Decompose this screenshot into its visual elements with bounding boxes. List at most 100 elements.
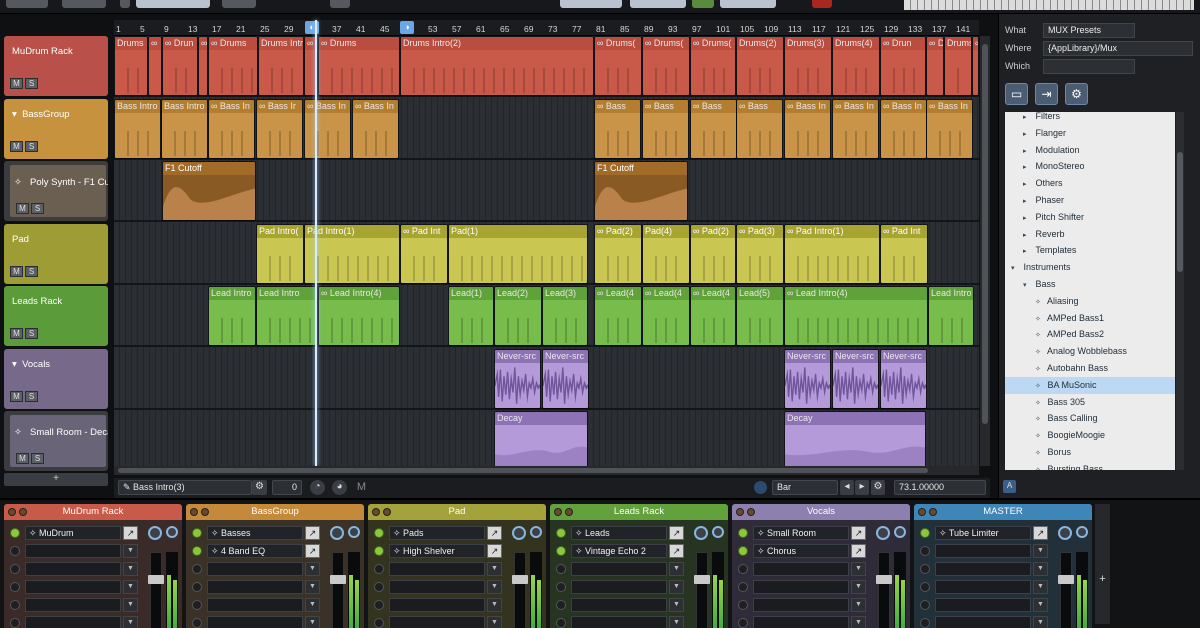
loop-end-marker[interactable]: ◑ [400, 21, 414, 34]
volume-knob-icon[interactable]: ◕ [332, 480, 347, 495]
insert-slot[interactable]: ▼ [920, 580, 1050, 594]
dropdown-arrow-icon[interactable]: ▼ [1033, 598, 1048, 612]
insert-slot[interactable]: ▼ [920, 598, 1050, 612]
preset-item[interactable]: ✧ Analog Wobblebass [1005, 343, 1175, 360]
gear-icon[interactable]: ⚙ [252, 480, 267, 495]
insert-name[interactable] [753, 598, 849, 612]
pad-clip[interactable]: Pad(4) [642, 223, 690, 284]
insert-name[interactable] [207, 562, 303, 576]
toolbar-button[interactable] [62, 0, 106, 8]
preset-item[interactable]: ✧ AMPed Bass2 [1005, 326, 1175, 343]
folder-item[interactable]: ▸ Reverb [1005, 226, 1175, 243]
insert-name[interactable] [25, 616, 121, 628]
insert-slot[interactable]: ✧ Chorus ↗ [738, 544, 868, 558]
bass-clip[interactable]: ∞ Bass [736, 98, 783, 159]
solo-button[interactable]: S [25, 390, 38, 402]
drums-clip[interactable]: Drums(2) [736, 36, 784, 96]
insert-slot[interactable]: ✧ MuDrum ↗ [10, 526, 140, 540]
channel-power-icons[interactable] [554, 508, 573, 516]
pad-clip[interactable]: ∞ Pad Int [400, 223, 448, 284]
insert-slot[interactable]: ▼ [374, 562, 504, 576]
dropdown-arrow-icon[interactable]: ▼ [851, 598, 866, 612]
pad-clip[interactable]: ∞ Pad(3) [736, 223, 784, 284]
scroll-thumb[interactable] [982, 44, 988, 424]
insert-slot[interactable]: ▼ [556, 580, 686, 594]
bass-clip[interactable]: ∞ Bass [594, 98, 641, 159]
track-name[interactable]: Pad [12, 234, 29, 245]
insert-power-button[interactable] [556, 528, 566, 538]
browser-scrollbar[interactable] [1176, 112, 1184, 470]
dropdown-arrow-icon[interactable]: ▼ [851, 580, 866, 594]
fader-cap[interactable] [694, 575, 710, 584]
preset-item[interactable]: ✧ AMPed Bass1 [1005, 310, 1175, 327]
insert-slot[interactable]: ✧ Vintage Echo 2 ↗ [556, 544, 686, 558]
insert-power-button[interactable] [192, 564, 202, 574]
insert-name[interactable]: ✧ 4 Band EQ [207, 544, 303, 558]
insert-slot[interactable]: ▼ [10, 598, 140, 612]
bass-clip[interactable]: ∞ Bass In [926, 98, 973, 159]
solo-button[interactable]: S [31, 203, 44, 214]
solo-button[interactable]: S [31, 453, 44, 464]
arrangement-horizontal-scrollbar[interactable] [114, 466, 979, 475]
insert-name[interactable] [571, 616, 667, 628]
insert-power-button[interactable] [556, 582, 566, 592]
insert-name[interactable] [753, 562, 849, 576]
pan-knob[interactable] [694, 526, 708, 540]
track-header[interactable]: Pad M S [4, 223, 108, 284]
insert-slot[interactable]: ▼ [10, 580, 140, 594]
insert-slot[interactable]: ▼ [738, 580, 868, 594]
where-field[interactable]: {AppLibrary}/Mux [1043, 41, 1193, 56]
track-name[interactable]: ✧ Poly Synth - F1 Cutoff [14, 177, 108, 188]
bass-clip[interactable]: ∞ Bass Ir [256, 98, 303, 159]
bass-clip[interactable]: ∞ Bass In [352, 98, 399, 159]
insert-power-button[interactable] [556, 546, 566, 556]
preset-item[interactable]: ✧ BA MuSonic [1005, 376, 1175, 394]
insert-power-button[interactable] [920, 618, 930, 628]
insert-power-button[interactable] [192, 528, 202, 538]
insert-slot[interactable]: ▼ [920, 562, 1050, 576]
vox-clip[interactable]: Never-src [494, 348, 541, 409]
lead-clip[interactable]: Lead Intro [928, 286, 974, 346]
drums-clip[interactable]: ∞ Drun [880, 36, 926, 96]
insert-name[interactable] [571, 562, 667, 576]
insert-slot[interactable]: ✧ Basses ↗ [192, 526, 322, 540]
insert-name[interactable] [25, 598, 121, 612]
track-header[interactable]: ✧ Poly Synth - F1 Cutoff MS [4, 161, 108, 221]
insert-power-button[interactable] [556, 564, 566, 574]
dropdown-arrow-icon[interactable]: ▼ [305, 616, 320, 628]
channel-power-icons[interactable] [372, 508, 391, 516]
transpose-knob-icon[interactable]: ◔ [310, 480, 325, 495]
insert-slot[interactable]: ✧ Small Room ↗ [738, 526, 868, 540]
drums-clip[interactable]: ∞ Drums( [642, 36, 690, 96]
insert-power-button[interactable] [738, 546, 748, 556]
dropdown-arrow-icon[interactable]: ▼ [1033, 616, 1048, 628]
next-arrow-icon[interactable]: ▸ [855, 480, 869, 495]
scroll-thumb[interactable] [118, 468, 928, 473]
folder-item[interactable]: ▾ Bass [1005, 276, 1175, 293]
insert-power-button[interactable] [556, 600, 566, 610]
open-editor-icon[interactable]: ↗ [851, 544, 866, 558]
insert-name[interactable] [207, 616, 303, 628]
insert-name[interactable] [389, 562, 485, 576]
insert-power-button[interactable] [920, 600, 930, 610]
pan-knob[interactable] [330, 526, 344, 540]
send-knob[interactable] [530, 526, 542, 538]
insert-name[interactable]: ✧ Vintage Echo 2 [571, 544, 667, 558]
channel-header[interactable]: Vocals [732, 504, 910, 520]
pad-clip[interactable]: ∞ Pad(2) [594, 223, 642, 284]
insert-name[interactable] [571, 598, 667, 612]
timeline-ruler[interactable]: 1591317212529333741454953576165697377818… [114, 20, 979, 36]
drums-clip[interactable]: Drums(3) [784, 36, 832, 96]
bass-clip[interactable]: ∞ Bass [642, 98, 689, 159]
fader-cap[interactable] [876, 575, 892, 584]
insert-power-button[interactable] [374, 618, 384, 628]
open-editor-icon[interactable]: ↗ [669, 544, 684, 558]
add-channel-button[interactable]: + [1095, 504, 1110, 624]
browser-tree[interactable]: ▸ Filters ▸ Flanger ▸ Modulation ▸ MonoSter… [1005, 112, 1175, 470]
track-header[interactable]: ✧ Small Room - Decay MS [4, 411, 108, 471]
open-editor-icon[interactable]: ↗ [487, 526, 502, 540]
insert-slot[interactable]: ▼ [738, 562, 868, 576]
preset-item[interactable]: ✧ Bass 305 [1005, 394, 1175, 411]
insert-name[interactable] [935, 580, 1031, 594]
insert-slot[interactable]: ▼ [556, 562, 686, 576]
